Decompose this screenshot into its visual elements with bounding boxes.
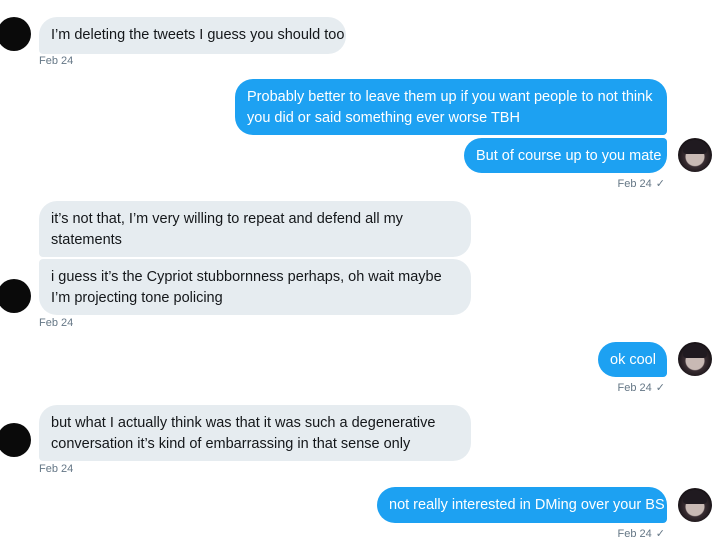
sender-avatar[interactable] — [0, 279, 31, 313]
message-bubble-incoming: I’m deleting the tweets I guess you shou… — [39, 17, 346, 54]
message-timestamp: Feb 24 — [39, 55, 74, 67]
own-avatar[interactable] — [678, 342, 712, 376]
sender-avatar[interactable] — [0, 423, 31, 457]
sender-avatar[interactable] — [0, 17, 31, 51]
message-bubble-incoming: i guess it’s the Cypriot stubbornness pe… — [39, 259, 471, 315]
message-timestamp: Feb 24 ✓ — [617, 178, 665, 190]
checkmark-icon: ✓ — [655, 382, 665, 394]
checkmark-icon: ✓ — [655, 528, 665, 540]
message-bubble-outgoing: ok cool — [598, 342, 667, 377]
message-timestamp: Feb 24 — [39, 317, 74, 329]
message-bubble-outgoing: But of course up to you mate — [464, 138, 667, 173]
message-bubble-outgoing: Probably better to leave them up if you … — [235, 79, 667, 135]
own-avatar[interactable] — [678, 138, 712, 172]
message-timestamp: Feb 24 ✓ — [617, 528, 665, 540]
own-avatar[interactable] — [678, 488, 712, 522]
message-bubble-incoming: but what I actually think was that it wa… — [39, 405, 471, 461]
checkmark-icon: ✓ — [655, 178, 665, 190]
message-timestamp: Feb 24 ✓ — [617, 382, 665, 394]
message-bubble-outgoing: not really interested in DMing over your… — [377, 487, 667, 523]
message-bubble-incoming: it’s not that, I’m very willing to repea… — [39, 201, 471, 257]
message-timestamp: Feb 24 — [39, 463, 74, 475]
